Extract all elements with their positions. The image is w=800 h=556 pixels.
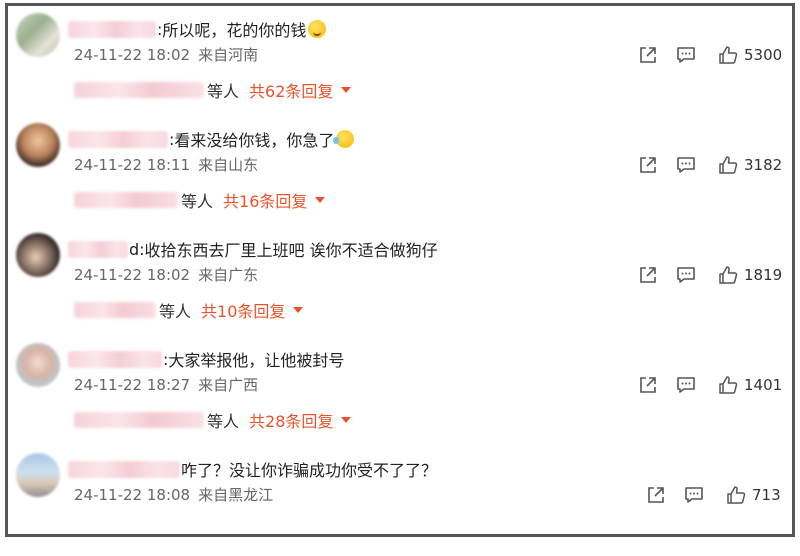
comment-actions: 5300: [638, 44, 782, 66]
comment-actions: 1401: [638, 374, 782, 396]
chevron-down-icon[interactable]: [341, 87, 352, 93]
comment-actions: 1819: [638, 264, 782, 286]
comment-content: d: 收拾东西去厂里上班吧 诶你不适合做狗仔: [68, 236, 438, 262]
share-icon[interactable]: [638, 375, 658, 395]
like-count: 3182: [744, 156, 783, 174]
comment-location: 来自山东: [198, 156, 259, 174]
avatar[interactable]: [16, 13, 60, 57]
comment-meta: 24-11-22 18:27 来自广西: [74, 374, 258, 395]
chevron-down-icon[interactable]: [341, 417, 352, 423]
comment-content: : 所以呢，花的你的钱: [68, 16, 327, 42]
comment-icon[interactable]: [676, 45, 696, 65]
share-icon[interactable]: [646, 485, 666, 505]
laughing-tears-emoji: [333, 130, 355, 148]
reply-summary[interactable]: 等人 共10条回复: [74, 298, 304, 322]
comment-icon[interactable]: [676, 265, 696, 285]
share-icon[interactable]: [638, 265, 658, 285]
avatar[interactable]: [16, 123, 60, 167]
like-count: 5300: [744, 46, 783, 64]
reply-count-link[interactable]: 共10条回复: [201, 298, 285, 322]
comment-text: 所以呢，花的你的钱: [162, 21, 307, 40]
comment-icon[interactable]: [684, 485, 704, 505]
comment-time: 24-11-22 18:11: [74, 156, 191, 174]
chevron-down-icon[interactable]: [315, 197, 326, 203]
replier-names-blurred: [74, 192, 178, 208]
username-blurred[interactable]: [68, 20, 156, 38]
reply-etc-label: 等人: [207, 412, 240, 431]
comment-text: 看来没给你钱，你急了: [174, 131, 335, 150]
thumbs-up-icon[interactable]: [718, 265, 738, 285]
comment-text: 咋了？没让你诈骗成功你受不了了？: [181, 461, 438, 480]
reply-summary[interactable]: 等人 共62条回复: [74, 78, 352, 102]
reply-etc-label: 等人: [207, 82, 240, 101]
reply-summary[interactable]: 等人 共16条回复: [74, 188, 326, 212]
comment-item: : 看来没给你钱，你急了 24-11-22 18:11 来自山东 3182 等人 …: [8, 116, 792, 226]
username-blurred[interactable]: [68, 130, 168, 148]
like-count: 713: [752, 486, 781, 504]
username-blurred[interactable]: [68, 460, 180, 478]
comment-item: d: 收拾东西去厂里上班吧 诶你不适合做狗仔 24-11-22 18:02 来自广…: [8, 226, 792, 336]
reply-count-link[interactable]: 共28条回复: [249, 408, 333, 432]
like-count: 1401: [744, 376, 783, 394]
replier-names-blurred: [74, 412, 204, 428]
avatar[interactable]: [16, 453, 60, 497]
comment-location: 来自广东: [198, 266, 259, 284]
avatar[interactable]: [16, 233, 60, 277]
share-icon[interactable]: [638, 155, 658, 175]
thumbs-up-icon[interactable]: [718, 375, 738, 395]
comment-location: 来自黑龙江: [198, 486, 274, 504]
comment-actions: 713: [646, 484, 781, 506]
comment-item: 咋了？没让你诈骗成功你受不了了？ 24-11-22 18:08 来自黑龙江 713: [8, 446, 792, 556]
chevron-down-icon[interactable]: [293, 307, 304, 313]
share-icon[interactable]: [638, 45, 658, 65]
comment-actions: 3182: [638, 154, 782, 176]
replier-names-blurred: [74, 82, 204, 98]
comment-item: : 大家举报他，让他被封号 24-11-22 18:27 来自广西 1401 等人…: [8, 336, 792, 446]
like-count: 1819: [744, 266, 783, 284]
thumbs-up-icon[interactable]: [718, 45, 738, 65]
comment-text: 大家举报他，让他被封号: [168, 351, 345, 370]
reply-etc-label: 等人: [181, 192, 214, 211]
username-blurred[interactable]: [68, 240, 128, 258]
comment-icon[interactable]: [676, 375, 696, 395]
replier-names-blurred: [74, 302, 156, 318]
comment-content: : 看来没给你钱，你急了: [68, 126, 355, 152]
comment-location: 来自河南: [198, 46, 259, 64]
comment-text: 收拾东西去厂里上班吧 诶你不适合做狗仔: [144, 241, 438, 260]
comment-content: : 大家举报他，让他被封号: [68, 346, 344, 372]
comment-time: 24-11-22 18:08: [74, 486, 191, 504]
comment-icon[interactable]: [676, 155, 696, 175]
reply-count-link[interactable]: 共62条回复: [249, 78, 333, 102]
avatar[interactable]: [16, 343, 60, 387]
comment-meta: 24-11-22 18:02 来自河南: [74, 44, 258, 65]
thinking-face-emoji: [308, 20, 327, 38]
comment-location: 来自广西: [198, 376, 259, 394]
comment-time: 24-11-22 18:02: [74, 46, 191, 64]
comment-content: 咋了？没让你诈骗成功你受不了了？: [68, 456, 437, 482]
thumbs-up-icon[interactable]: [718, 155, 738, 175]
comment-time: 24-11-22 18:02: [74, 266, 191, 284]
reply-summary[interactable]: 等人 共28条回复: [74, 408, 352, 432]
comment-item: : 所以呢，花的你的钱 24-11-22 18:02 来自河南 5300 等人 共…: [8, 6, 792, 116]
comment-meta: 24-11-22 18:08 来自黑龙江: [74, 484, 273, 505]
comment-meta: 24-11-22 18:02 来自广东: [74, 264, 258, 285]
reply-count-link[interactable]: 共16条回复: [223, 188, 307, 212]
comment-list: : 所以呢，花的你的钱 24-11-22 18:02 来自河南 5300 等人 共…: [5, 3, 795, 537]
comment-meta: 24-11-22 18:11 来自山东: [74, 154, 258, 175]
reply-etc-label: 等人: [159, 302, 192, 321]
username-blurred[interactable]: [68, 350, 162, 368]
username-separator: d:: [129, 239, 145, 259]
thumbs-up-icon[interactable]: [726, 485, 746, 505]
comment-time: 24-11-22 18:27: [74, 376, 191, 394]
